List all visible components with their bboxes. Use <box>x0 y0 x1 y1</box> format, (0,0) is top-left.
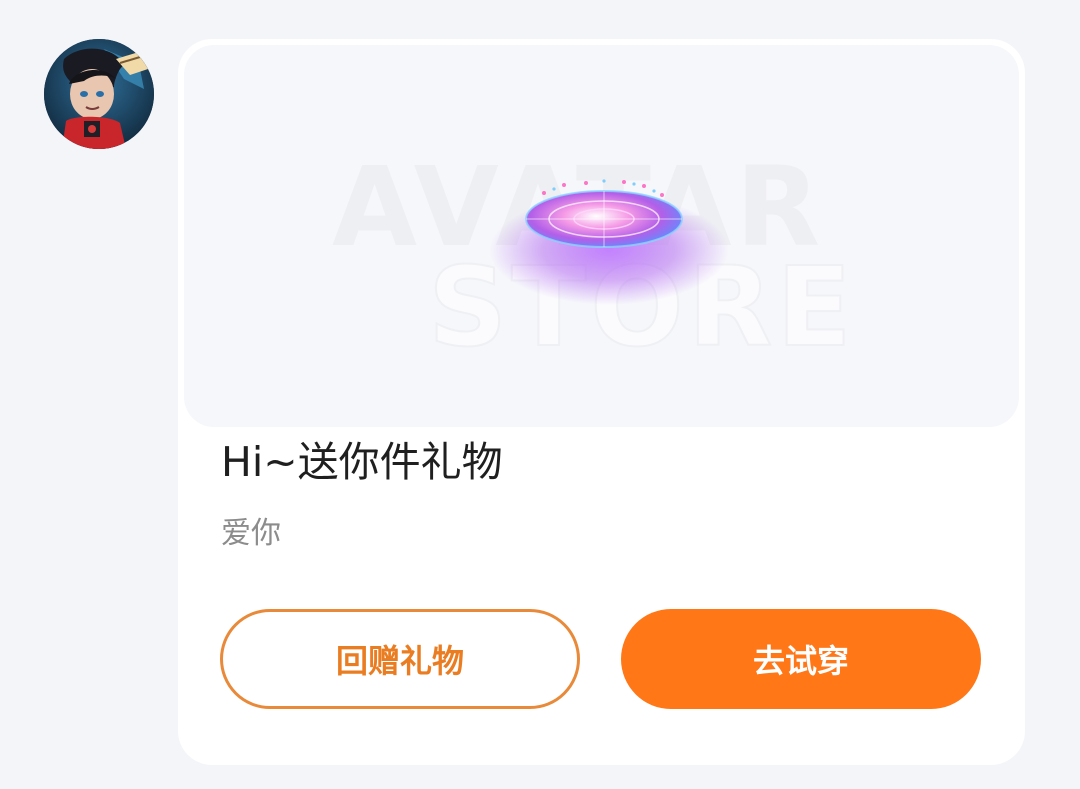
return-gift-label: 回赠礼物 <box>335 642 464 680</box>
chat-screen: AVATAR STORE <box>0 0 1080 789</box>
gift-title: Hi~送你件礼物 <box>221 438 503 486</box>
user-avatar-icon <box>44 39 154 149</box>
gift-message: 爱你 <box>221 516 281 551</box>
sender-avatar[interactable] <box>44 39 154 149</box>
try-on-button[interactable]: 去试穿 <box>621 609 981 709</box>
gift-card: AVATAR STORE <box>178 39 1025 765</box>
gift-banner: AVATAR STORE <box>184 45 1019 427</box>
glowing-disc-gift-icon: AVATAR STORE <box>332 143 853 372</box>
return-gift-button[interactable]: 回赠礼物 <box>220 609 580 709</box>
try-on-label: 去试穿 <box>752 642 849 680</box>
